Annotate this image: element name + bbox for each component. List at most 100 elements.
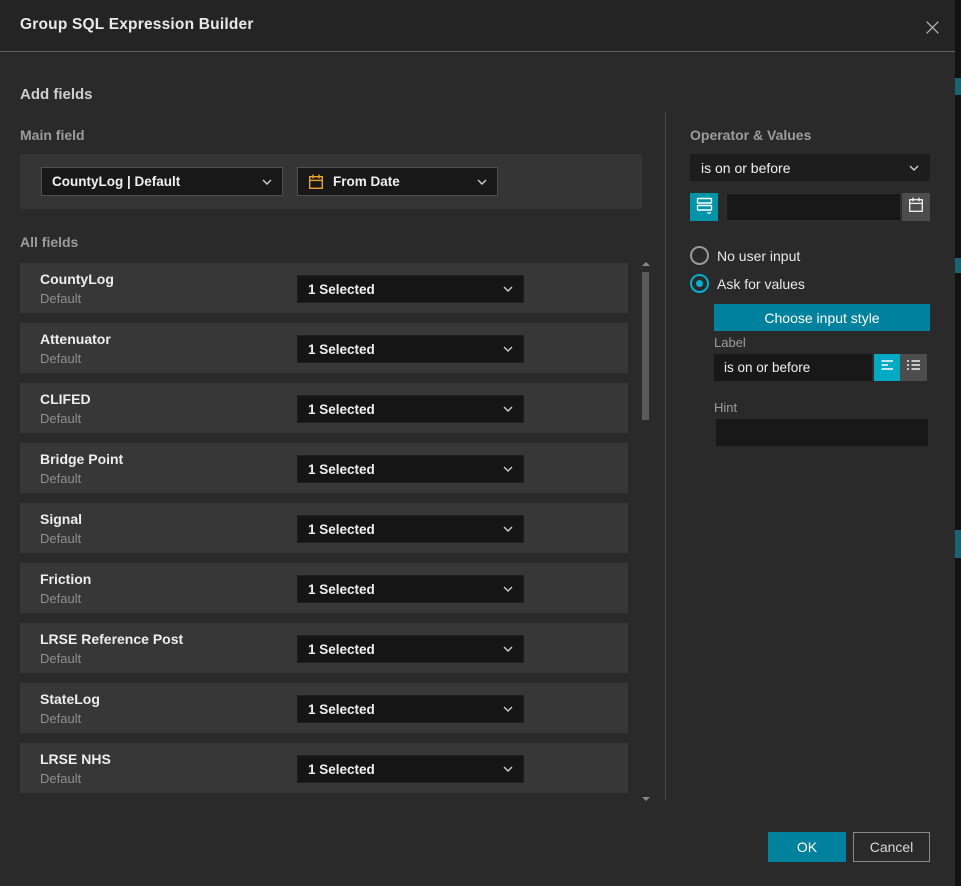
field-row-signal: Signal Default 1 Selected (20, 503, 628, 553)
field-name: Bridge Point (40, 451, 123, 467)
selected-count: 1 Selected (308, 462, 497, 477)
selected-count: 1 Selected (308, 582, 497, 597)
input-type-icon (696, 196, 713, 219)
scrollbar-thumb[interactable] (642, 272, 649, 420)
main-field-select[interactable]: From Date (297, 167, 498, 196)
list-scrollbar[interactable] (641, 258, 650, 803)
ok-button[interactable]: OK (768, 832, 846, 862)
field-row-lrse-nhs: LRSE NHS Default 1 Selected (20, 743, 628, 793)
operator-select-value: is on or before (701, 160, 903, 176)
single-line-icon (880, 358, 895, 377)
field-selected-dropdown[interactable]: 1 Selected (297, 515, 524, 543)
operator-select[interactable]: is on or before (690, 154, 930, 181)
selected-count: 1 Selected (308, 642, 497, 657)
field-row-statelog: StateLog Default 1 Selected (20, 683, 628, 733)
field-sublabel: Default (40, 651, 81, 666)
chevron-down-icon (503, 646, 513, 652)
field-selected-dropdown[interactable]: 1 Selected (297, 275, 524, 303)
hint-input[interactable] (716, 419, 928, 446)
background-accent-sliver (955, 530, 961, 558)
input-style-single-line-toggle[interactable] (874, 354, 900, 381)
radio-ask-for-values[interactable]: Ask for values (690, 274, 805, 293)
value-date-picker-button[interactable] (902, 193, 930, 221)
main-layer-select[interactable]: CountyLog | Default (41, 167, 283, 196)
operator-values-heading: Operator & Values (690, 127, 811, 143)
chevron-down-icon (503, 766, 513, 772)
chevron-down-icon (477, 179, 487, 185)
scrollbar-down-arrow-icon[interactable] (642, 797, 650, 801)
selected-count: 1 Selected (308, 762, 497, 777)
main-field-bar: CountyLog | Default From Date (20, 154, 642, 209)
radio-circle-selected-icon[interactable] (690, 274, 709, 293)
radio-circle-icon[interactable] (690, 246, 709, 265)
add-fields-heading: Add fields (20, 86, 93, 103)
selected-count: 1 Selected (308, 402, 497, 417)
background-app-edge (955, 0, 961, 886)
selected-count: 1 Selected (308, 522, 497, 537)
group-sql-expression-builder-dialog: Group SQL Expression Builder Add fields … (0, 0, 955, 886)
value-input[interactable] (726, 193, 901, 221)
field-selected-dropdown[interactable]: 1 Selected (297, 395, 524, 423)
field-sublabel: Default (40, 591, 81, 606)
choose-input-style-button[interactable]: Choose input style (714, 304, 930, 331)
field-selected-dropdown[interactable]: 1 Selected (297, 455, 524, 483)
cancel-button[interactable]: Cancel (853, 832, 930, 862)
field-name: Attenuator (40, 331, 111, 347)
field-name: CountyLog (40, 271, 114, 287)
field-name: LRSE Reference Post (40, 631, 183, 647)
dialog-titlebar: Group SQL Expression Builder (0, 0, 955, 52)
value-input-type-button[interactable] (690, 193, 718, 221)
field-sublabel: Default (40, 411, 81, 426)
field-name: LRSE NHS (40, 751, 111, 767)
background-accent-sliver (955, 78, 961, 95)
field-selected-dropdown[interactable]: 1 Selected (297, 755, 524, 783)
field-sublabel: Default (40, 531, 81, 546)
background-accent-sliver (955, 258, 961, 273)
input-style-list-toggle[interactable] (900, 354, 927, 381)
selected-count: 1 Selected (308, 282, 497, 297)
field-sublabel: Default (40, 771, 81, 786)
main-field-label: Main field (20, 127, 85, 143)
list-icon (906, 358, 921, 377)
calendar-icon (908, 197, 924, 218)
field-row-attenuator: Attenuator Default 1 Selected (20, 323, 628, 373)
chevron-down-icon (503, 526, 513, 532)
hint-caption: Hint (714, 400, 737, 415)
dialog-title: Group SQL Expression Builder (20, 16, 254, 34)
radio-label: No user input (717, 248, 800, 264)
chevron-down-icon (909, 165, 919, 171)
field-row-bridge-point: Bridge Point Default 1 Selected (20, 443, 628, 493)
chevron-down-icon (503, 706, 513, 712)
radio-no-user-input[interactable]: No user input (690, 246, 800, 265)
panel-divider (665, 112, 666, 800)
all-fields-label: All fields (20, 234, 78, 250)
field-row-countylog: CountyLog Default 1 Selected (20, 263, 628, 313)
field-selected-dropdown[interactable]: 1 Selected (297, 575, 524, 603)
chevron-down-icon (503, 466, 513, 472)
field-selected-dropdown[interactable]: 1 Selected (297, 335, 524, 363)
selected-count: 1 Selected (308, 702, 497, 717)
main-layer-select-value: CountyLog | Default (52, 174, 256, 189)
field-sublabel: Default (40, 711, 81, 726)
calendar-icon (308, 174, 324, 190)
field-sublabel: Default (40, 351, 81, 366)
field-sublabel: Default (40, 291, 81, 306)
field-row-clifed: CLIFED Default 1 Selected (20, 383, 628, 433)
label-input[interactable] (714, 354, 872, 381)
field-selected-dropdown[interactable]: 1 Selected (297, 635, 524, 663)
chevron-down-icon (503, 346, 513, 352)
scrollbar-up-arrow-icon[interactable] (642, 262, 650, 266)
chevron-down-icon (503, 406, 513, 412)
field-row-friction: Friction Default 1 Selected (20, 563, 628, 613)
chevron-down-icon (262, 179, 272, 185)
field-name: Signal (40, 511, 82, 527)
field-name: Friction (40, 571, 91, 587)
selected-count: 1 Selected (308, 342, 497, 357)
radio-label: Ask for values (717, 276, 805, 292)
field-selected-dropdown[interactable]: 1 Selected (297, 695, 524, 723)
main-field-select-value: From Date (333, 174, 471, 189)
chevron-down-icon (503, 586, 513, 592)
close-icon[interactable] (922, 17, 942, 37)
field-sublabel: Default (40, 471, 81, 486)
field-row-lrse-reference-post: LRSE Reference Post Default 1 Selected (20, 623, 628, 673)
